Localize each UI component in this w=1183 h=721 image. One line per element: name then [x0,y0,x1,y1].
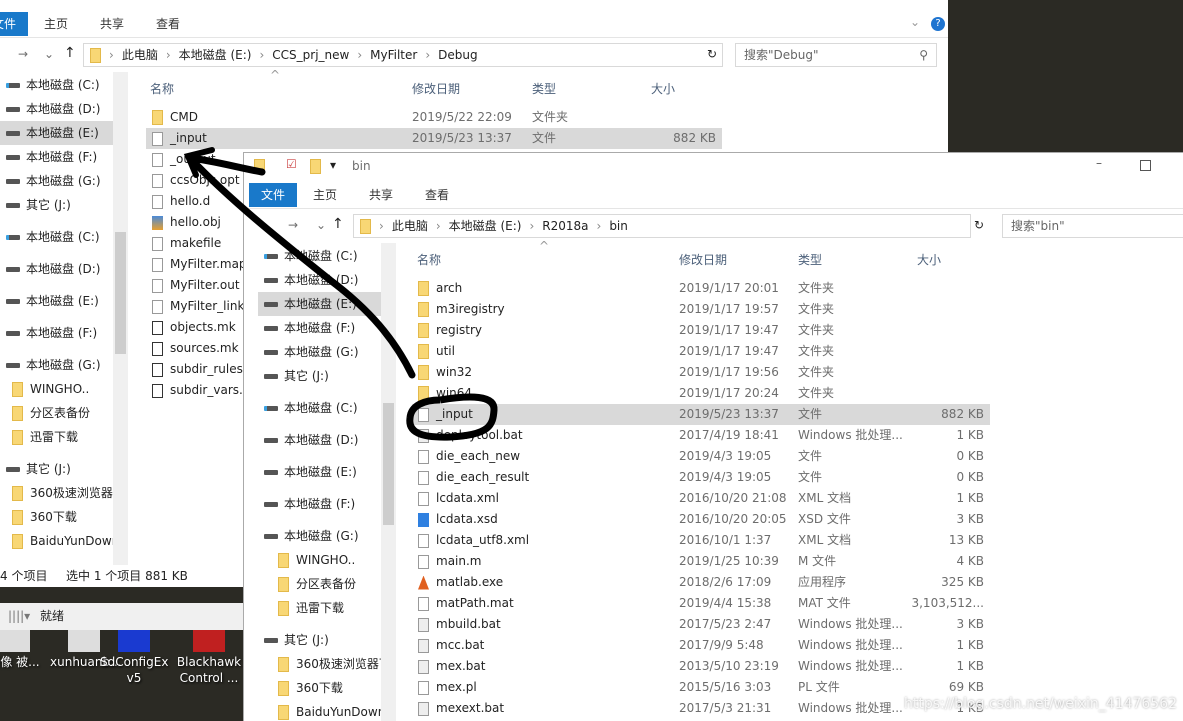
annotation-arrow-line [186,154,416,379]
annotation-drawing [183,147,498,441]
annotation-circle [406,393,498,441]
